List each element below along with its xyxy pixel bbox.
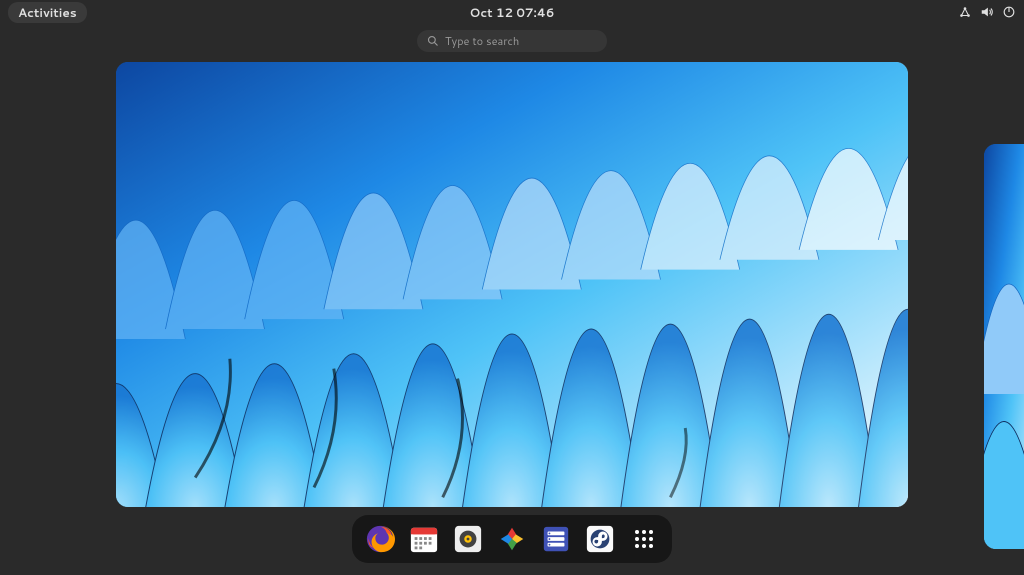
dock-app-files[interactable] [538, 521, 574, 557]
clock-label[interactable]: Oct 12 07:46 [469, 4, 554, 21]
search-container: Type to search [0, 30, 1024, 52]
workspace-2[interactable] [984, 144, 1024, 549]
network-icon[interactable] [958, 5, 972, 19]
search-placeholder: Type to search [445, 33, 519, 49]
system-tray[interactable] [958, 5, 1016, 19]
dock [352, 515, 672, 563]
dock-app-firefox[interactable] [362, 521, 398, 557]
search-icon [427, 35, 439, 47]
volume-icon[interactable] [980, 5, 994, 19]
dock-app-software[interactable] [582, 521, 618, 557]
workspace-1[interactable] [116, 62, 908, 507]
dock-app-calendar[interactable] [406, 521, 442, 557]
search-input[interactable]: Type to search [417, 30, 607, 52]
dock-app-grid-button[interactable] [626, 521, 662, 557]
wallpaper-peek [984, 144, 1024, 549]
activities-button[interactable]: Activities [8, 2, 87, 23]
wallpaper [116, 62, 908, 507]
dock-app-photos[interactable] [494, 521, 530, 557]
dock-app-rhythmbox[interactable] [450, 521, 486, 557]
app-grid-icon [635, 530, 653, 548]
workspaces-overview [0, 62, 1024, 507]
power-icon[interactable] [1002, 5, 1016, 19]
top-bar: Activities Oct 12 07:46 [0, 0, 1024, 24]
